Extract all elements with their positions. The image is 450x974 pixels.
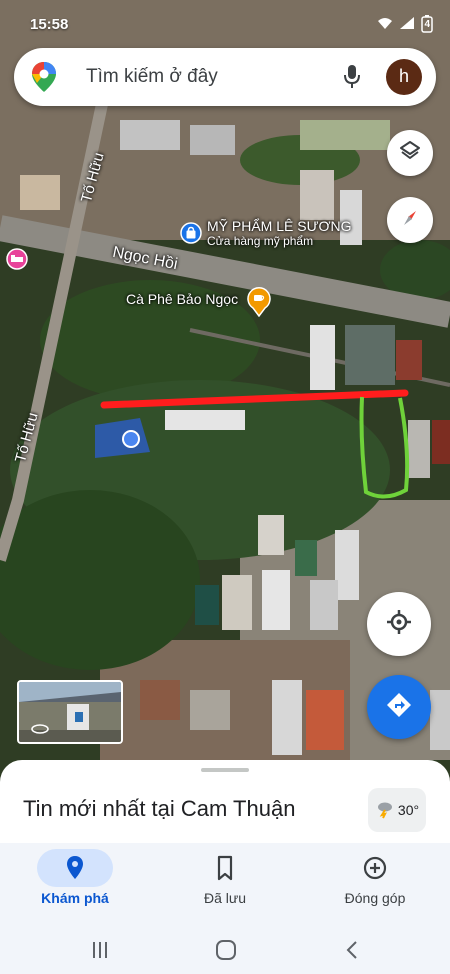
pink-poi-marker[interactable] bbox=[6, 248, 28, 275]
signal-icon bbox=[399, 16, 415, 33]
nav-label-contribute: Đóng góp bbox=[344, 890, 406, 906]
back-icon[interactable] bbox=[342, 940, 362, 965]
directions-icon bbox=[384, 690, 414, 725]
poi-label-cosmetics: MỸ PHẨM LÊ SƯƠNG Cửa hàng mỹ phẩm bbox=[207, 219, 352, 249]
bookmark-icon bbox=[210, 855, 240, 881]
location-pin-icon bbox=[60, 855, 90, 881]
sheet-title: Tin mới nhất tại Cam Thuận bbox=[23, 796, 296, 821]
directions-button[interactable] bbox=[367, 675, 431, 739]
nav-label-saved: Đã lưu bbox=[203, 890, 247, 906]
search-bar[interactable]: Tìm kiếm ở đây h bbox=[14, 48, 436, 106]
status-bar: 15:58 4 bbox=[0, 0, 450, 50]
thunderstorm-icon bbox=[375, 799, 395, 822]
status-time: 15:58 bbox=[30, 16, 69, 33]
nav-saved[interactable]: Đã lưu bbox=[150, 843, 300, 929]
status-icons: 4 bbox=[377, 15, 434, 33]
hotel-icon bbox=[6, 248, 28, 274]
poi-marker-cosmetics[interactable] bbox=[180, 222, 202, 249]
drag-handle[interactable] bbox=[201, 768, 249, 772]
layers-icon bbox=[398, 139, 422, 168]
microphone-icon[interactable] bbox=[344, 65, 360, 94]
coffee-cup-icon bbox=[247, 287, 271, 321]
poi-label-cafe: Cà Phê Bảo Ngọc bbox=[126, 291, 239, 307]
poi-name: MỸ PHẨM LÊ SƯƠNG bbox=[207, 218, 352, 234]
compass-icon bbox=[398, 206, 422, 235]
shopping-bag-icon bbox=[180, 222, 202, 248]
wifi-icon bbox=[377, 16, 393, 33]
avatar-letter: h bbox=[398, 66, 409, 86]
add-circle-icon bbox=[360, 855, 390, 881]
home-icon[interactable] bbox=[215, 939, 237, 966]
avatar[interactable]: h bbox=[386, 59, 422, 95]
poi-marker-cafe[interactable] bbox=[247, 287, 271, 322]
system-navigation-bar bbox=[0, 929, 450, 974]
battery-icon: 4 bbox=[421, 15, 434, 33]
crosshair-icon bbox=[385, 608, 413, 641]
street-view-thumbnail[interactable] bbox=[17, 680, 123, 744]
poi-category: Cửa hàng mỹ phẩm bbox=[207, 234, 314, 248]
battery-level: 4 bbox=[424, 18, 430, 30]
layers-button[interactable] bbox=[387, 130, 433, 176]
compass-button[interactable] bbox=[387, 197, 433, 243]
search-input[interactable]: Tìm kiếm ở đây bbox=[86, 66, 218, 88]
nav-contribute[interactable]: Đóng góp bbox=[300, 843, 450, 929]
google-maps-pin-icon bbox=[32, 62, 56, 97]
nav-label-explore: Khám phá bbox=[41, 890, 109, 906]
street-view-360-icon bbox=[31, 722, 49, 740]
weather-chip[interactable]: 30° bbox=[368, 788, 426, 832]
nav-explore[interactable]: Khám phá bbox=[0, 843, 150, 929]
bottom-navigation: Khám phá Đã lưu Đóng góp bbox=[0, 843, 450, 929]
my-location-button[interactable] bbox=[367, 592, 431, 656]
recent-apps-icon[interactable] bbox=[90, 940, 110, 965]
temperature: 30° bbox=[397, 802, 420, 818]
